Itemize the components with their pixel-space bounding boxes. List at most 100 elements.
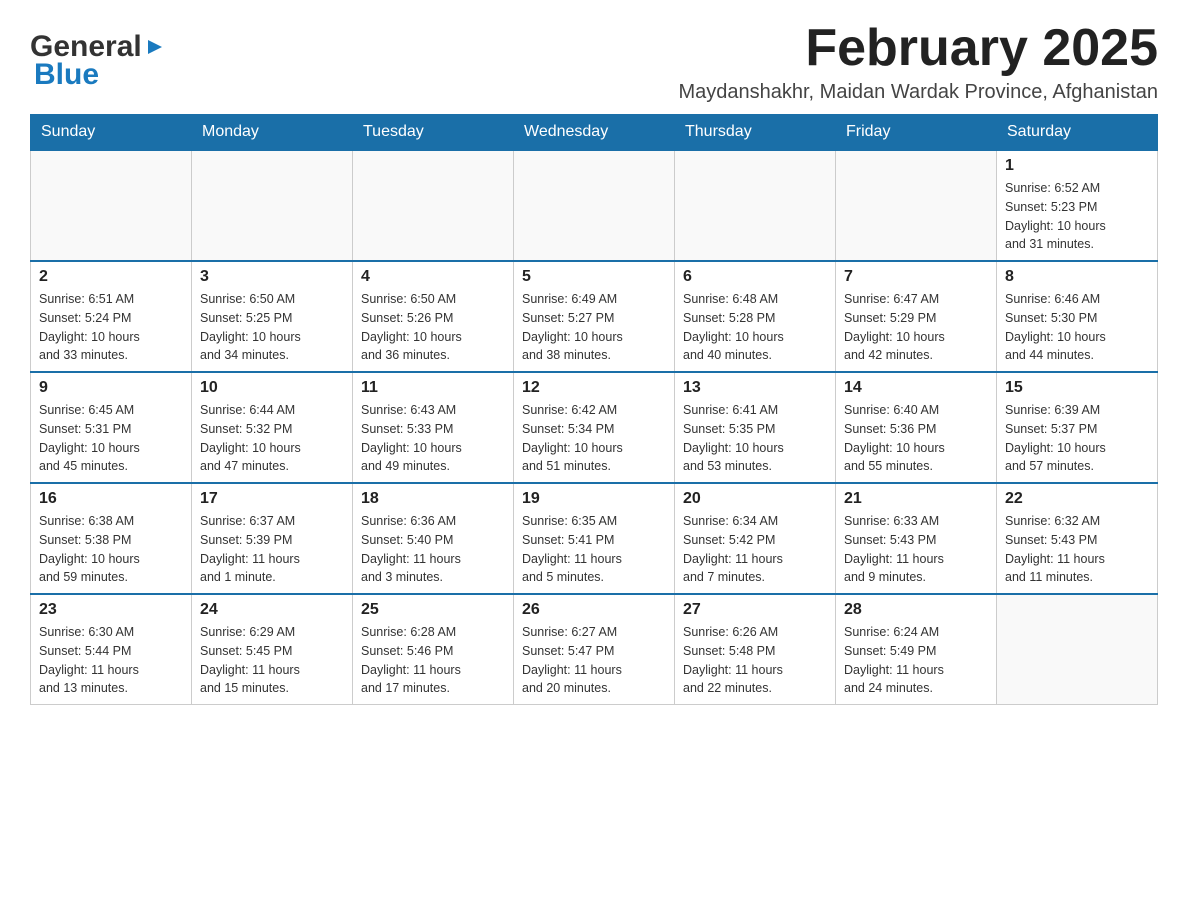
calendar-cell <box>31 150 192 261</box>
day-info: Sunrise: 6:38 AM Sunset: 5:38 PM Dayligh… <box>39 512 183 587</box>
day-number: 1 <box>1005 157 1149 175</box>
day-info: Sunrise: 6:49 AM Sunset: 5:27 PM Dayligh… <box>522 290 666 365</box>
weekday-header-cell: Tuesday <box>353 115 514 151</box>
day-number: 14 <box>844 379 988 397</box>
calendar-cell: 21 Sunrise: 6:33 AM Sunset: 5:43 PM Dayli… <box>836 483 997 594</box>
calendar-cell: 17Sunrise: 6:37 AM Sunset: 5:39 PM Dayli… <box>192 483 353 594</box>
day-info: Sunrise: 6:24 AM Sunset: 5:49 PM Dayligh… <box>844 623 988 698</box>
calendar-cell: 12 Sunrise: 6:42 AM Sunset: 5:34 PM Dayli… <box>514 372 675 483</box>
calendar-cell: 14 Sunrise: 6:40 AM Sunset: 5:36 PM Dayli… <box>836 372 997 483</box>
day-number: 22 <box>1005 490 1149 508</box>
day-info: Sunrise: 6:44 AM Sunset: 5:32 PM Dayligh… <box>200 401 344 476</box>
day-number: 2 <box>39 268 183 286</box>
calendar-cell: 5 Sunrise: 6:49 AM Sunset: 5:27 PM Daylig… <box>514 261 675 372</box>
day-number: 13 <box>683 379 827 397</box>
day-info: Sunrise: 6:33 AM Sunset: 5:43 PM Dayligh… <box>844 512 988 587</box>
calendar-cell: 13 Sunrise: 6:41 AM Sunset: 5:35 PM Dayli… <box>675 372 836 483</box>
day-info: Sunrise: 6:27 AM Sunset: 5:47 PM Dayligh… <box>522 623 666 698</box>
day-info: Sunrise: 6:45 AM Sunset: 5:31 PM Dayligh… <box>39 401 183 476</box>
calendar-cell: 10Sunrise: 6:44 AM Sunset: 5:32 PM Dayli… <box>192 372 353 483</box>
day-info: Sunrise: 6:28 AM Sunset: 5:46 PM Dayligh… <box>361 623 505 698</box>
day-number: 3 <box>200 268 344 286</box>
title-block: February 2025 Maydanshakhr, Maidan Warda… <box>678 20 1158 104</box>
calendar-cell: 23 Sunrise: 6:30 AM Sunset: 5:44 PM Dayli… <box>31 594 192 705</box>
day-number: 27 <box>683 601 827 619</box>
calendar-cell: 15Sunrise: 6:39 AM Sunset: 5:37 PM Dayli… <box>997 372 1158 483</box>
calendar-cell: 26 Sunrise: 6:27 AM Sunset: 5:47 PM Dayli… <box>514 594 675 705</box>
day-number: 4 <box>361 268 505 286</box>
day-info: Sunrise: 6:50 AM Sunset: 5:25 PM Dayligh… <box>200 290 344 365</box>
calendar-cell: 25 Sunrise: 6:28 AM Sunset: 5:46 PM Dayli… <box>353 594 514 705</box>
day-number: 7 <box>844 268 988 286</box>
day-info: Sunrise: 6:29 AM Sunset: 5:45 PM Dayligh… <box>200 623 344 698</box>
day-info: Sunrise: 6:34 AM Sunset: 5:42 PM Dayligh… <box>683 512 827 587</box>
day-info: Sunrise: 6:46 AM Sunset: 5:30 PM Dayligh… <box>1005 290 1149 365</box>
calendar-week-row: 2 Sunrise: 6:51 AM Sunset: 5:24 PM Daylig… <box>31 261 1158 372</box>
day-number: 15 <box>1005 379 1149 397</box>
day-number: 9 <box>39 379 183 397</box>
day-number: 8 <box>1005 268 1149 286</box>
day-number: 26 <box>522 601 666 619</box>
page-header: General Blue February 2025 Maydanshakhr,… <box>30 20 1158 104</box>
calendar-cell: 27 Sunrise: 6:26 AM Sunset: 5:48 PM Dayli… <box>675 594 836 705</box>
day-number: 25 <box>361 601 505 619</box>
calendar-cell: 3 Sunrise: 6:50 AM Sunset: 5:25 PM Daylig… <box>192 261 353 372</box>
calendar-cell: 19 Sunrise: 6:35 AM Sunset: 5:41 PM Dayli… <box>514 483 675 594</box>
calendar-body: 1 Sunrise: 6:52 AM Sunset: 5:23 PM Daylig… <box>31 150 1158 705</box>
calendar-cell <box>997 594 1158 705</box>
calendar-table: SundayMondayTuesdayWednesdayThursdayFrid… <box>30 114 1158 705</box>
day-info: Sunrise: 6:51 AM Sunset: 5:24 PM Dayligh… <box>39 290 183 365</box>
calendar-cell: 11Sunrise: 6:43 AM Sunset: 5:33 PM Dayli… <box>353 372 514 483</box>
day-info: Sunrise: 6:40 AM Sunset: 5:36 PM Dayligh… <box>844 401 988 476</box>
day-number: 28 <box>844 601 988 619</box>
day-info: Sunrise: 6:41 AM Sunset: 5:35 PM Dayligh… <box>683 401 827 476</box>
logo-blue-text: Blue <box>34 58 99 92</box>
day-info: Sunrise: 6:50 AM Sunset: 5:26 PM Dayligh… <box>361 290 505 365</box>
day-number: 20 <box>683 490 827 508</box>
day-info: Sunrise: 6:26 AM Sunset: 5:48 PM Dayligh… <box>683 623 827 698</box>
day-info: Sunrise: 6:30 AM Sunset: 5:44 PM Dayligh… <box>39 623 183 698</box>
weekday-header-cell: Sunday <box>31 115 192 151</box>
calendar-cell: 4 Sunrise: 6:50 AM Sunset: 5:26 PM Daylig… <box>353 261 514 372</box>
logo-arrow-icon <box>144 36 166 58</box>
calendar-week-row: 16 Sunrise: 6:38 AM Sunset: 5:38 PM Dayli… <box>31 483 1158 594</box>
weekday-header-cell: Thursday <box>675 115 836 151</box>
calendar-cell <box>192 150 353 261</box>
calendar-cell: 16 Sunrise: 6:38 AM Sunset: 5:38 PM Dayli… <box>31 483 192 594</box>
calendar-cell <box>353 150 514 261</box>
day-number: 16 <box>39 490 183 508</box>
weekday-header-cell: Friday <box>836 115 997 151</box>
weekday-header-row: SundayMondayTuesdayWednesdayThursdayFrid… <box>31 115 1158 151</box>
day-number: 12 <box>522 379 666 397</box>
day-number: 6 <box>683 268 827 286</box>
calendar-cell: 28 Sunrise: 6:24 AM Sunset: 5:49 PM Dayli… <box>836 594 997 705</box>
calendar-cell <box>514 150 675 261</box>
day-info: Sunrise: 6:43 AM Sunset: 5:33 PM Dayligh… <box>361 401 505 476</box>
location-title: Maydanshakhr, Maidan Wardak Province, Af… <box>678 81 1158 104</box>
calendar-cell <box>675 150 836 261</box>
calendar-week-row: 1 Sunrise: 6:52 AM Sunset: 5:23 PM Daylig… <box>31 150 1158 261</box>
weekday-header-cell: Saturday <box>997 115 1158 151</box>
day-info: Sunrise: 6:36 AM Sunset: 5:40 PM Dayligh… <box>361 512 505 587</box>
calendar-cell: 9 Sunrise: 6:45 AM Sunset: 5:31 PM Daylig… <box>31 372 192 483</box>
day-info: Sunrise: 6:35 AM Sunset: 5:41 PM Dayligh… <box>522 512 666 587</box>
day-info: Sunrise: 6:48 AM Sunset: 5:28 PM Dayligh… <box>683 290 827 365</box>
calendar-week-row: 9 Sunrise: 6:45 AM Sunset: 5:31 PM Daylig… <box>31 372 1158 483</box>
day-info: Sunrise: 6:52 AM Sunset: 5:23 PM Dayligh… <box>1005 179 1149 254</box>
day-number: 21 <box>844 490 988 508</box>
day-number: 19 <box>522 490 666 508</box>
day-number: 5 <box>522 268 666 286</box>
logo: General Blue <box>30 30 166 92</box>
calendar-cell: 7 Sunrise: 6:47 AM Sunset: 5:29 PM Daylig… <box>836 261 997 372</box>
weekday-header-cell: Wednesday <box>514 115 675 151</box>
calendar-cell: 22Sunrise: 6:32 AM Sunset: 5:43 PM Dayli… <box>997 483 1158 594</box>
day-number: 24 <box>200 601 344 619</box>
day-info: Sunrise: 6:42 AM Sunset: 5:34 PM Dayligh… <box>522 401 666 476</box>
month-title: February 2025 <box>678 20 1158 77</box>
day-number: 18 <box>361 490 505 508</box>
day-number: 23 <box>39 601 183 619</box>
day-number: 17 <box>200 490 344 508</box>
day-info: Sunrise: 6:47 AM Sunset: 5:29 PM Dayligh… <box>844 290 988 365</box>
calendar-cell: 6 Sunrise: 6:48 AM Sunset: 5:28 PM Daylig… <box>675 261 836 372</box>
calendar-cell: 18 Sunrise: 6:36 AM Sunset: 5:40 PM Dayli… <box>353 483 514 594</box>
